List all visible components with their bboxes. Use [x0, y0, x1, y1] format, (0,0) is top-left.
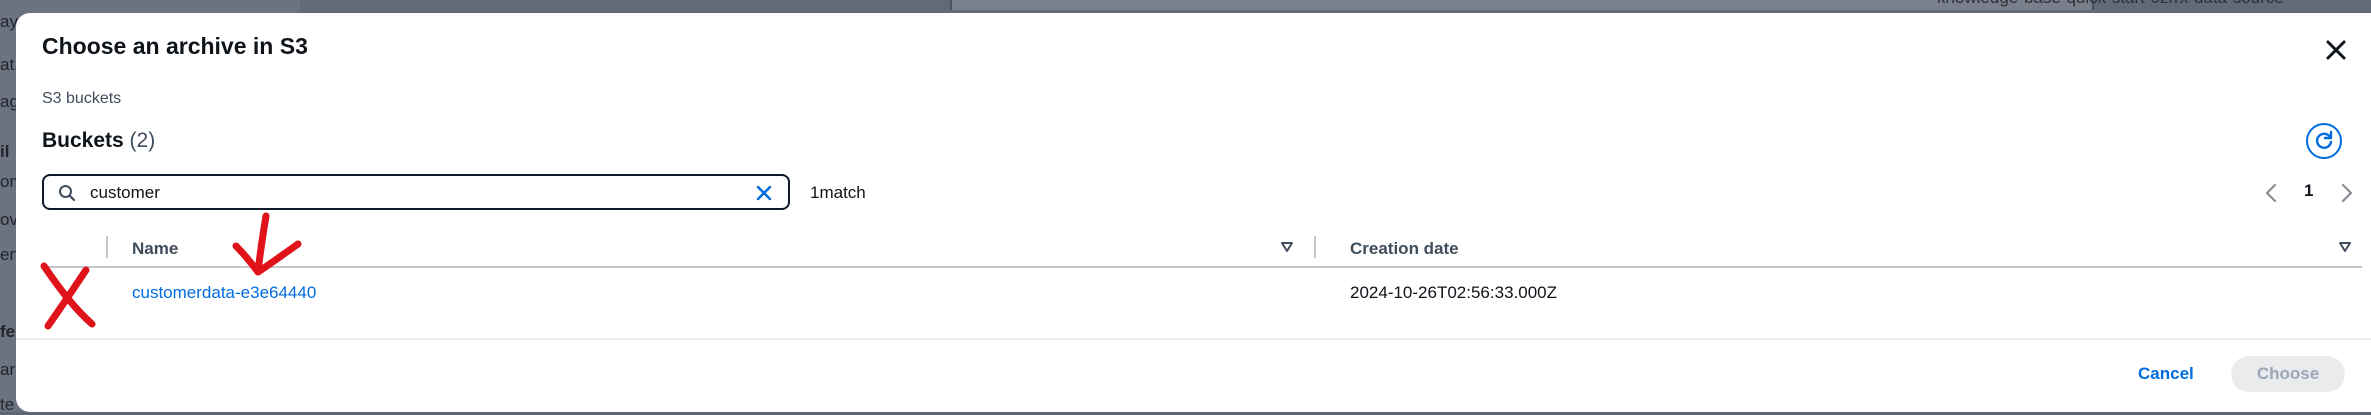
page-number[interactable]: 1	[2304, 181, 2313, 201]
table-header: Name Creation date	[42, 228, 2362, 268]
close-button[interactable]	[2319, 33, 2353, 67]
column-header-name[interactable]: Name	[132, 239, 178, 259]
background-input-strip: knowledge-base-quick-start-0zrrx-data-so…	[950, 0, 2284, 10]
refresh-icon	[2315, 130, 2333, 149]
search-icon	[59, 185, 76, 202]
column-header-creation-date[interactable]: Creation date	[1350, 239, 1459, 259]
bg-fragment: te	[0, 395, 15, 414]
match-count: 1match	[810, 183, 866, 202]
column-divider	[106, 236, 108, 258]
bg-fragment: fe	[0, 322, 16, 341]
chevron-left-icon[interactable]	[2264, 183, 2278, 203]
buckets-count: (2)	[129, 129, 156, 152]
bg-fragment: ar	[0, 360, 16, 379]
table-row[interactable]: customerdata-e3e64440 2024-10-26T02:56:3…	[42, 283, 2362, 321]
modal-title: Choose an archive in S3	[42, 33, 308, 59]
close-icon	[2326, 40, 2346, 60]
buckets-heading: Buckets (2)	[42, 129, 155, 153]
breadcrumb: S3 buckets	[42, 90, 122, 107]
bucket-creation-date: 2024-10-26T02:56:33.000Z	[1350, 283, 1557, 302]
sort-icon[interactable]	[2338, 240, 2352, 254]
annotation-arrow	[232, 212, 302, 276]
search-input[interactable]	[88, 180, 732, 206]
buckets-heading-label: Buckets	[42, 129, 124, 152]
bg-fragment: il	[0, 142, 10, 161]
sort-icon[interactable]	[1280, 240, 1294, 254]
choose-archive-modal: Choose an archive in S3 S3 buckets Bucke…	[16, 13, 2371, 412]
refresh-button[interactable]	[2306, 123, 2342, 159]
column-divider	[1314, 236, 1316, 258]
search-field[interactable]	[42, 174, 790, 210]
background-input-text: knowledge-base-quick-start-0zrrx-data-so…	[1937, 0, 2284, 8]
annotation-x-mark	[40, 262, 96, 330]
cancel-button[interactable]: Cancel	[2138, 364, 2194, 384]
bucket-name-link[interactable]: customerdata-e3e64440	[132, 283, 316, 303]
footer-divider	[16, 338, 2371, 340]
clear-icon[interactable]	[754, 183, 774, 203]
choose-button[interactable]: Choose	[2231, 356, 2345, 392]
chevron-right-icon[interactable]	[2340, 183, 2354, 203]
